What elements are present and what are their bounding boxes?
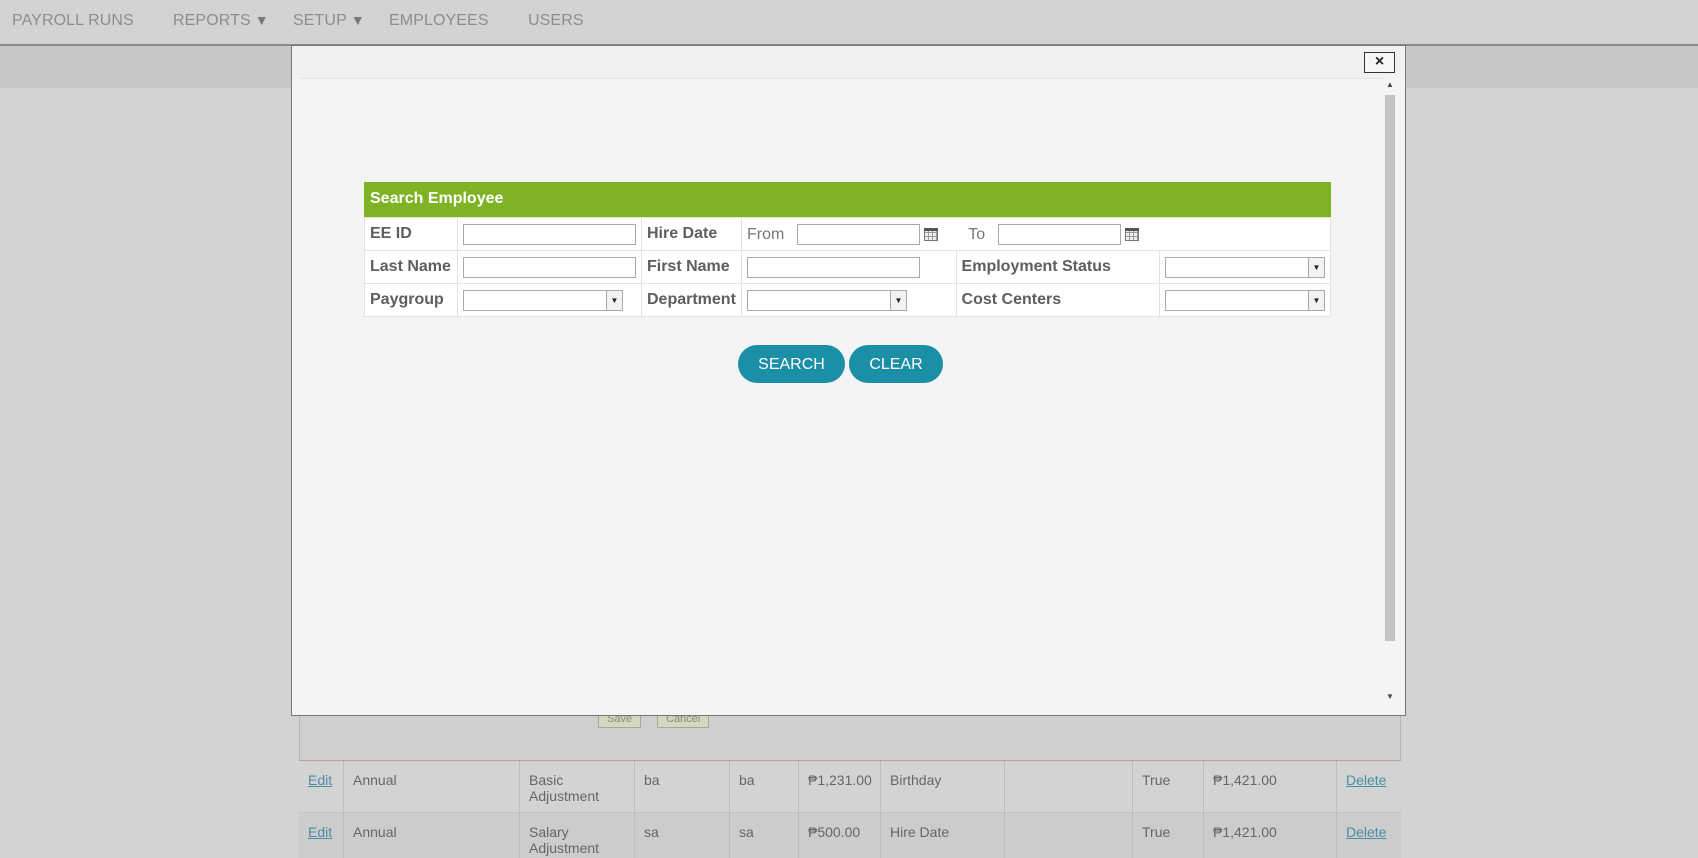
- amount-cell: ₱1,231.00: [799, 761, 881, 812]
- scroll-thumb[interactable]: [1385, 95, 1395, 641]
- nav-setup[interactable]: SETUP ▼: [293, 12, 365, 30]
- chevron-down-icon: ▼: [1307, 290, 1324, 310]
- hire-date-label: Hire Date: [640, 217, 742, 251]
- chevron-down-icon: ▼: [605, 290, 622, 310]
- to-label: To: [968, 225, 986, 243]
- type-cell: Basic Adjustment: [520, 761, 635, 812]
- nav-reports[interactable]: REPORTS ▼: [173, 12, 269, 30]
- trigger-cell: Hire Date: [881, 813, 1005, 858]
- active-cell: True: [1133, 761, 1204, 812]
- blank-cell: [1005, 813, 1133, 858]
- code-cell: ba: [635, 761, 730, 812]
- modal-scrollbar[interactable]: ▲ ▼: [1383, 78, 1397, 709]
- cost-centers-select[interactable]: ▼: [1164, 289, 1325, 311]
- chevron-down-icon: ▼: [350, 12, 365, 28]
- ee-id-label: EE ID: [364, 217, 458, 251]
- search-form: EE ID Hire Date From To Last Name First …: [364, 217, 1332, 317]
- employment-status-label: Employment Status: [955, 250, 1160, 284]
- top-navigation: PAYROLL RUNS REPORTS ▼ SETUP ▼ EMPLOYEES U…: [0, 0, 1698, 46]
- cost-centers-label: Cost Centers: [955, 283, 1160, 317]
- last-name-label: Last Name: [364, 250, 458, 284]
- nav-payroll-runs[interactable]: PAYROLL RUNS: [12, 12, 134, 30]
- search-employee-modal: × Search Employee EE ID Hire Date From T…: [291, 45, 1406, 716]
- chevron-down-icon: ▼: [1307, 257, 1324, 277]
- hire-date-from-input[interactable]: [796, 223, 920, 245]
- close-icon[interactable]: ×: [1364, 52, 1395, 73]
- calendar-icon[interactable]: [923, 227, 938, 241]
- edit-link[interactable]: Edit: [308, 772, 332, 788]
- short-code-cell: sa: [730, 813, 799, 858]
- search-employee-header: Search Employee: [364, 182, 1331, 217]
- delete-link[interactable]: Delete: [1346, 772, 1386, 788]
- clear-button[interactable]: CLEAR: [849, 345, 943, 383]
- type-cell: Salary Adjustment: [520, 813, 635, 858]
- frequency-cell: Annual: [344, 813, 520, 858]
- nav-setup-label: SETUP: [293, 12, 347, 29]
- from-label: From: [746, 225, 785, 243]
- chevron-down-icon: ▼: [889, 290, 906, 310]
- first-name-label: First Name: [640, 250, 742, 284]
- blank-cell: [1005, 761, 1133, 812]
- first-name-input[interactable]: [746, 256, 920, 278]
- modal-body: Search Employee EE ID Hire Date From To …: [300, 78, 1390, 709]
- table-row: Edit Annual Basic Adjustment ba ba ₱1,23…: [299, 760, 1401, 812]
- last-name-input[interactable]: [462, 256, 636, 278]
- nav-users[interactable]: USERS: [528, 12, 584, 30]
- scroll-up-icon[interactable]: ▲: [1385, 80, 1395, 89]
- trigger-cell: Birthday: [881, 761, 1005, 812]
- hire-date-to-input[interactable]: [997, 223, 1121, 245]
- delete-link[interactable]: Delete: [1346, 824, 1386, 840]
- frequency-cell: Annual: [344, 761, 520, 812]
- amount-cell: ₱500.00: [799, 813, 881, 858]
- total-cell: ₱1,421.00: [1204, 813, 1337, 858]
- department-label: Department: [640, 283, 742, 317]
- search-button[interactable]: SEARCH: [738, 345, 845, 383]
- scroll-down-icon[interactable]: ▼: [1385, 692, 1395, 701]
- calendar-icon[interactable]: [1124, 227, 1139, 241]
- edit-link[interactable]: Edit: [308, 824, 332, 840]
- active-cell: True: [1133, 813, 1204, 858]
- chevron-down-icon: ▼: [254, 12, 269, 28]
- department-select[interactable]: ▼: [746, 289, 907, 311]
- total-cell: ₱1,421.00: [1204, 761, 1337, 812]
- paygroup-label: Paygroup: [364, 283, 458, 317]
- code-cell: sa: [635, 813, 730, 858]
- table-row: Edit Annual Salary Adjustment sa sa ₱500…: [299, 812, 1401, 858]
- nav-employees[interactable]: EMPLOYEES: [389, 12, 489, 30]
- ee-id-input[interactable]: [462, 223, 636, 245]
- modal-titlebar: [292, 46, 1405, 78]
- paygroup-select[interactable]: ▼: [462, 289, 623, 311]
- nav-reports-label: REPORTS: [173, 12, 251, 29]
- short-code-cell: ba: [730, 761, 799, 812]
- employment-status-select[interactable]: ▼: [1164, 256, 1325, 278]
